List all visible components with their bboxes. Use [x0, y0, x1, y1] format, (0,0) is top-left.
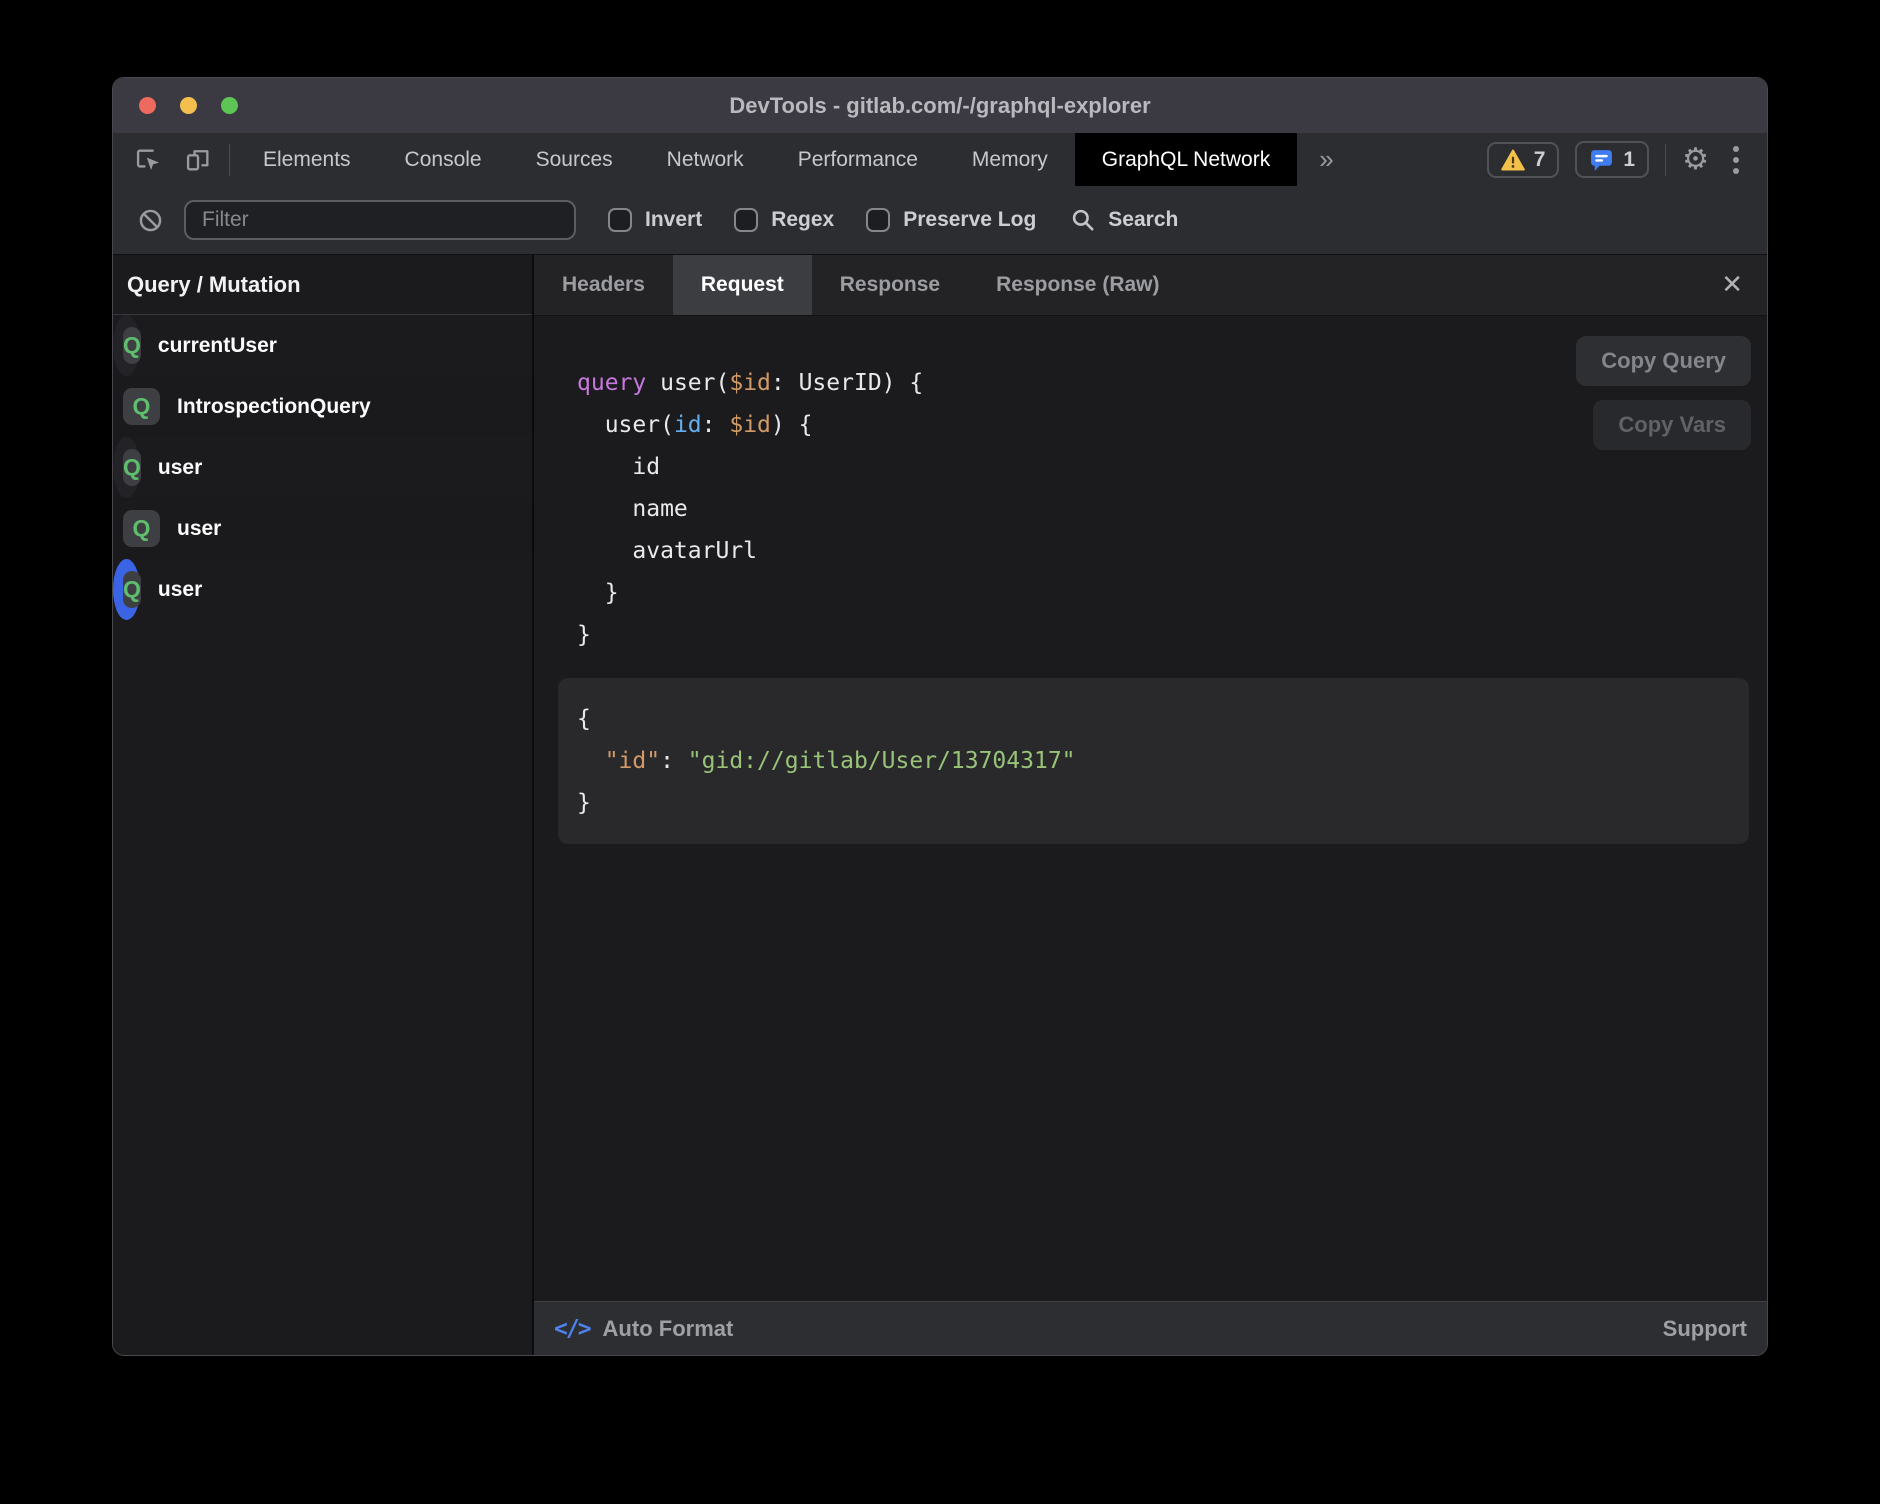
query-list-item-user-3[interactable]: Quser — [113, 498, 532, 559]
code-line: name — [577, 488, 1767, 530]
chat-bubble-icon — [1589, 147, 1614, 172]
query-list-panel: Query / Mutation QcurrentUserQIntrospect… — [113, 255, 534, 1355]
main-tab-console[interactable]: Console — [378, 133, 509, 186]
query-name-label: IntrospectionQuery — [177, 395, 371, 419]
toolbar-divider — [229, 144, 230, 176]
minimize-window-button[interactable] — [180, 97, 197, 114]
checkbox-group-preserve-log[interactable]: Preserve Log — [866, 208, 1036, 232]
query-type-badge: Q — [123, 510, 160, 547]
main-tab-memory[interactable]: Memory — [945, 133, 1075, 186]
warnings-badge[interactable]: 7 — [1487, 142, 1560, 178]
code-line: { — [577, 698, 1729, 740]
query-type-badge: Q — [123, 327, 141, 364]
query-name-label: currentUser — [158, 334, 277, 358]
settings-gear-icon[interactable]: ⚙ — [1682, 145, 1709, 175]
code-line: avatarUrl — [577, 530, 1767, 572]
warning-count: 7 — [1534, 148, 1546, 172]
main-tab-network[interactable]: Network — [640, 133, 771, 186]
devtools-tab-bar: ElementsConsoleSourcesNetworkPerformance… — [113, 133, 1767, 186]
kebab-menu-icon[interactable] — [1725, 146, 1747, 174]
detail-tab-response-raw[interactable]: Response (Raw) — [968, 255, 1187, 315]
main-tab-performance[interactable]: Performance — [771, 133, 945, 186]
query-list-header: Query / Mutation — [113, 255, 532, 315]
code-line: "id": "gid://gitlab/User/13704317" — [577, 740, 1729, 782]
support-link[interactable]: Support — [1663, 1316, 1747, 1342]
checkbox-regex[interactable] — [734, 208, 758, 232]
title-bar: DevTools - gitlab.com/-/graphql-explorer — [113, 78, 1767, 133]
copy-query-button[interactable]: Copy Query — [1576, 336, 1751, 386]
query-name-label: user — [177, 517, 221, 541]
traffic-lights — [139, 78, 238, 133]
query-list-item-user-4[interactable]: Quser — [113, 559, 140, 620]
main-tab-sources[interactable]: Sources — [509, 133, 640, 186]
search-label: Search — [1108, 208, 1178, 232]
graphql-variables-box: { "id": "gid://gitlab/User/13704317"} — [558, 678, 1749, 844]
inspect-element-icon[interactable] — [133, 145, 163, 175]
warning-triangle-icon — [1501, 149, 1525, 171]
checkbox-label-invert: Invert — [645, 208, 702, 232]
query-type-badge: Q — [123, 388, 160, 425]
query-name-label: user — [158, 456, 202, 480]
query-type-badge: Q — [123, 449, 141, 486]
filter-bar: Invert Regex Preserve Log Search — [113, 186, 1767, 255]
issues-badge[interactable]: 1 — [1575, 141, 1649, 178]
checkbox-invert[interactable] — [608, 208, 632, 232]
badge-divider — [1665, 144, 1666, 176]
checkbox-preserve-log[interactable] — [866, 208, 890, 232]
filter-input[interactable] — [184, 200, 576, 240]
code-line: id — [577, 446, 1767, 488]
request-detail-panel: HeadersRequestResponseResponse (Raw) ✕ q… — [534, 255, 1767, 1355]
close-window-button[interactable] — [139, 97, 156, 114]
search-button[interactable]: Search — [1070, 207, 1178, 233]
main-tab-graphql-network[interactable]: GraphQL Network — [1075, 133, 1297, 186]
checkbox-group-regex[interactable]: Regex — [734, 208, 834, 232]
code-line: } — [577, 614, 1767, 656]
auto-format-label: Auto Format — [603, 1316, 734, 1342]
auto-format-button[interactable]: </> Auto Format — [554, 1316, 733, 1342]
code-line: } — [577, 572, 1767, 614]
close-panel-icon[interactable]: ✕ — [1721, 272, 1743, 298]
code-line: } — [577, 782, 1729, 824]
detail-tab-headers[interactable]: Headers — [534, 255, 673, 315]
more-tabs-button[interactable]: » — [1297, 133, 1355, 186]
window-title: DevTools - gitlab.com/-/graphql-explorer — [729, 93, 1150, 119]
checkbox-label-regex: Regex — [771, 208, 834, 232]
query-list: QcurrentUserQIntrospectionQueryQuserQuse… — [113, 315, 532, 620]
search-icon — [1070, 207, 1096, 233]
device-toolbar-icon[interactable] — [183, 145, 213, 175]
issue-count: 1 — [1623, 148, 1635, 172]
detail-footer: </> Auto Format Support — [534, 1301, 1767, 1355]
main-tab-elements[interactable]: Elements — [236, 133, 378, 186]
zoom-window-button[interactable] — [221, 97, 238, 114]
query-list-item-user-2[interactable]: Quser — [113, 437, 140, 498]
query-list-item-currentuser-0[interactable]: QcurrentUser — [113, 315, 140, 376]
copy-vars-button[interactable]: Copy Vars — [1593, 400, 1751, 450]
query-list-item-introspectionquery-1[interactable]: Q IntrospectionQuery — [113, 376, 532, 437]
query-name-label: user — [158, 578, 202, 602]
devtools-window: DevTools - gitlab.com/-/graphql-explorer… — [112, 77, 1768, 1356]
main-tabs: ElementsConsoleSourcesNetworkPerformance… — [236, 133, 1297, 186]
code-brackets-icon: </> — [554, 1316, 590, 1342]
detail-tab-bar: HeadersRequestResponseResponse (Raw) ✕ — [534, 255, 1767, 316]
detail-tab-request[interactable]: Request — [673, 255, 812, 315]
checkbox-label-preserve-log: Preserve Log — [903, 208, 1036, 232]
checkbox-group-invert[interactable]: Invert — [608, 208, 702, 232]
request-tab-content: query user($id: UserID) { user(id: $id) … — [534, 316, 1767, 1301]
detail-tab-response[interactable]: Response — [812, 255, 968, 315]
block-requests-icon[interactable] — [137, 207, 164, 234]
query-type-badge: Q — [123, 571, 141, 608]
